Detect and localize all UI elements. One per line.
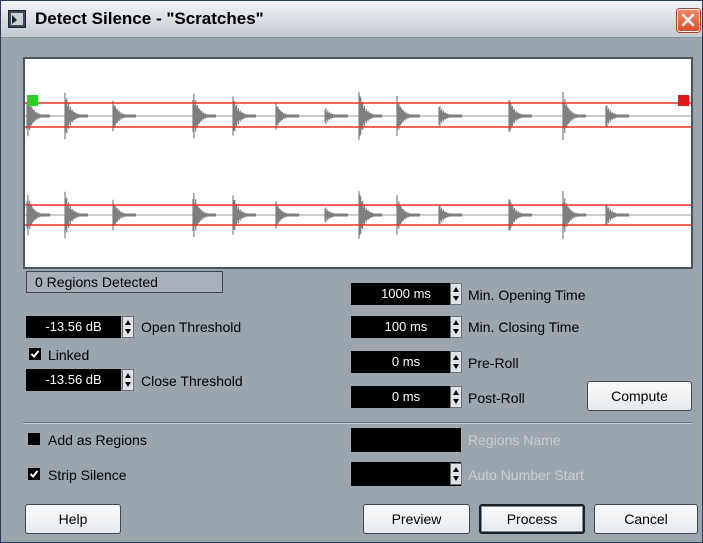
regions-name-field[interactable] — [351, 428, 461, 452]
close-icon — [681, 13, 695, 27]
min-opening-time-field[interactable]: 1000 ms — [351, 283, 461, 305]
min-closing-time-label: Min. Closing Time — [468, 319, 580, 335]
waveform-display[interactable] — [23, 57, 693, 269]
pre-roll-spinner[interactable] — [450, 351, 462, 373]
min-opening-time-spinner[interactable] — [450, 283, 462, 305]
add-as-regions-label: Add as Regions — [48, 432, 147, 448]
auto-number-start-spinner[interactable] — [450, 463, 462, 485]
end-marker-handle — [678, 95, 689, 106]
regions-detected-box: 0 Regions Detected — [26, 271, 223, 293]
linked-label: Linked — [48, 347, 90, 363]
open-threshold-field[interactable]: -13.56 dB — [26, 316, 121, 338]
window-title: Detect Silence - "Scratches" — [35, 9, 264, 28]
auto-number-start-field[interactable] — [351, 462, 461, 486]
waveform-canvas[interactable] — [25, 59, 691, 267]
preview-button[interactable]: Preview — [363, 504, 470, 534]
app-icon — [8, 10, 26, 28]
auto-number-start-label: Auto Number Start — [468, 467, 584, 483]
close-threshold-label: Close Threshold — [141, 373, 243, 389]
section-divider — [23, 422, 693, 424]
post-roll-spinner[interactable] — [450, 386, 462, 408]
open-threshold-label: Open Threshold — [141, 319, 242, 335]
dialog-window: Detect Silence - "Scratches" 0 Regions D… — [0, 0, 703, 543]
close-button[interactable] — [677, 9, 700, 32]
regions-detected-text: 0 Regions Detected — [35, 274, 158, 290]
strip-silence-label: Strip Silence — [48, 467, 127, 483]
compute-button[interactable]: Compute — [587, 381, 692, 411]
checkmark-icon — [30, 350, 40, 358]
min-opening-time-label: Min. Opening Time — [468, 287, 586, 303]
min-closing-time-field[interactable]: 100 ms — [351, 316, 461, 338]
regions-name-label: Regions Name — [468, 432, 561, 448]
min-closing-time-spinner[interactable] — [450, 316, 462, 338]
help-button[interactable]: Help — [25, 504, 121, 534]
linked-checkbox[interactable] — [29, 348, 41, 360]
title-bar[interactable]: Detect Silence - "Scratches" — [1, 1, 702, 38]
open-threshold-spinner[interactable] — [122, 316, 134, 338]
process-button[interactable]: Process — [479, 504, 585, 534]
post-roll-label: Post-Roll — [468, 390, 525, 406]
start-marker-handle — [27, 95, 38, 106]
add-as-regions-checkbox[interactable] — [28, 433, 40, 445]
strip-silence-checkbox[interactable] — [28, 468, 40, 480]
close-threshold-spinner[interactable] — [122, 369, 134, 391]
post-roll-field[interactable]: 0 ms — [351, 386, 461, 408]
cancel-button[interactable]: Cancel — [594, 504, 698, 534]
pre-roll-label: Pre-Roll — [468, 355, 519, 371]
close-threshold-field[interactable]: -13.56 dB — [26, 369, 121, 391]
checkmark-icon — [29, 470, 39, 478]
pre-roll-field[interactable]: 0 ms — [351, 351, 461, 373]
